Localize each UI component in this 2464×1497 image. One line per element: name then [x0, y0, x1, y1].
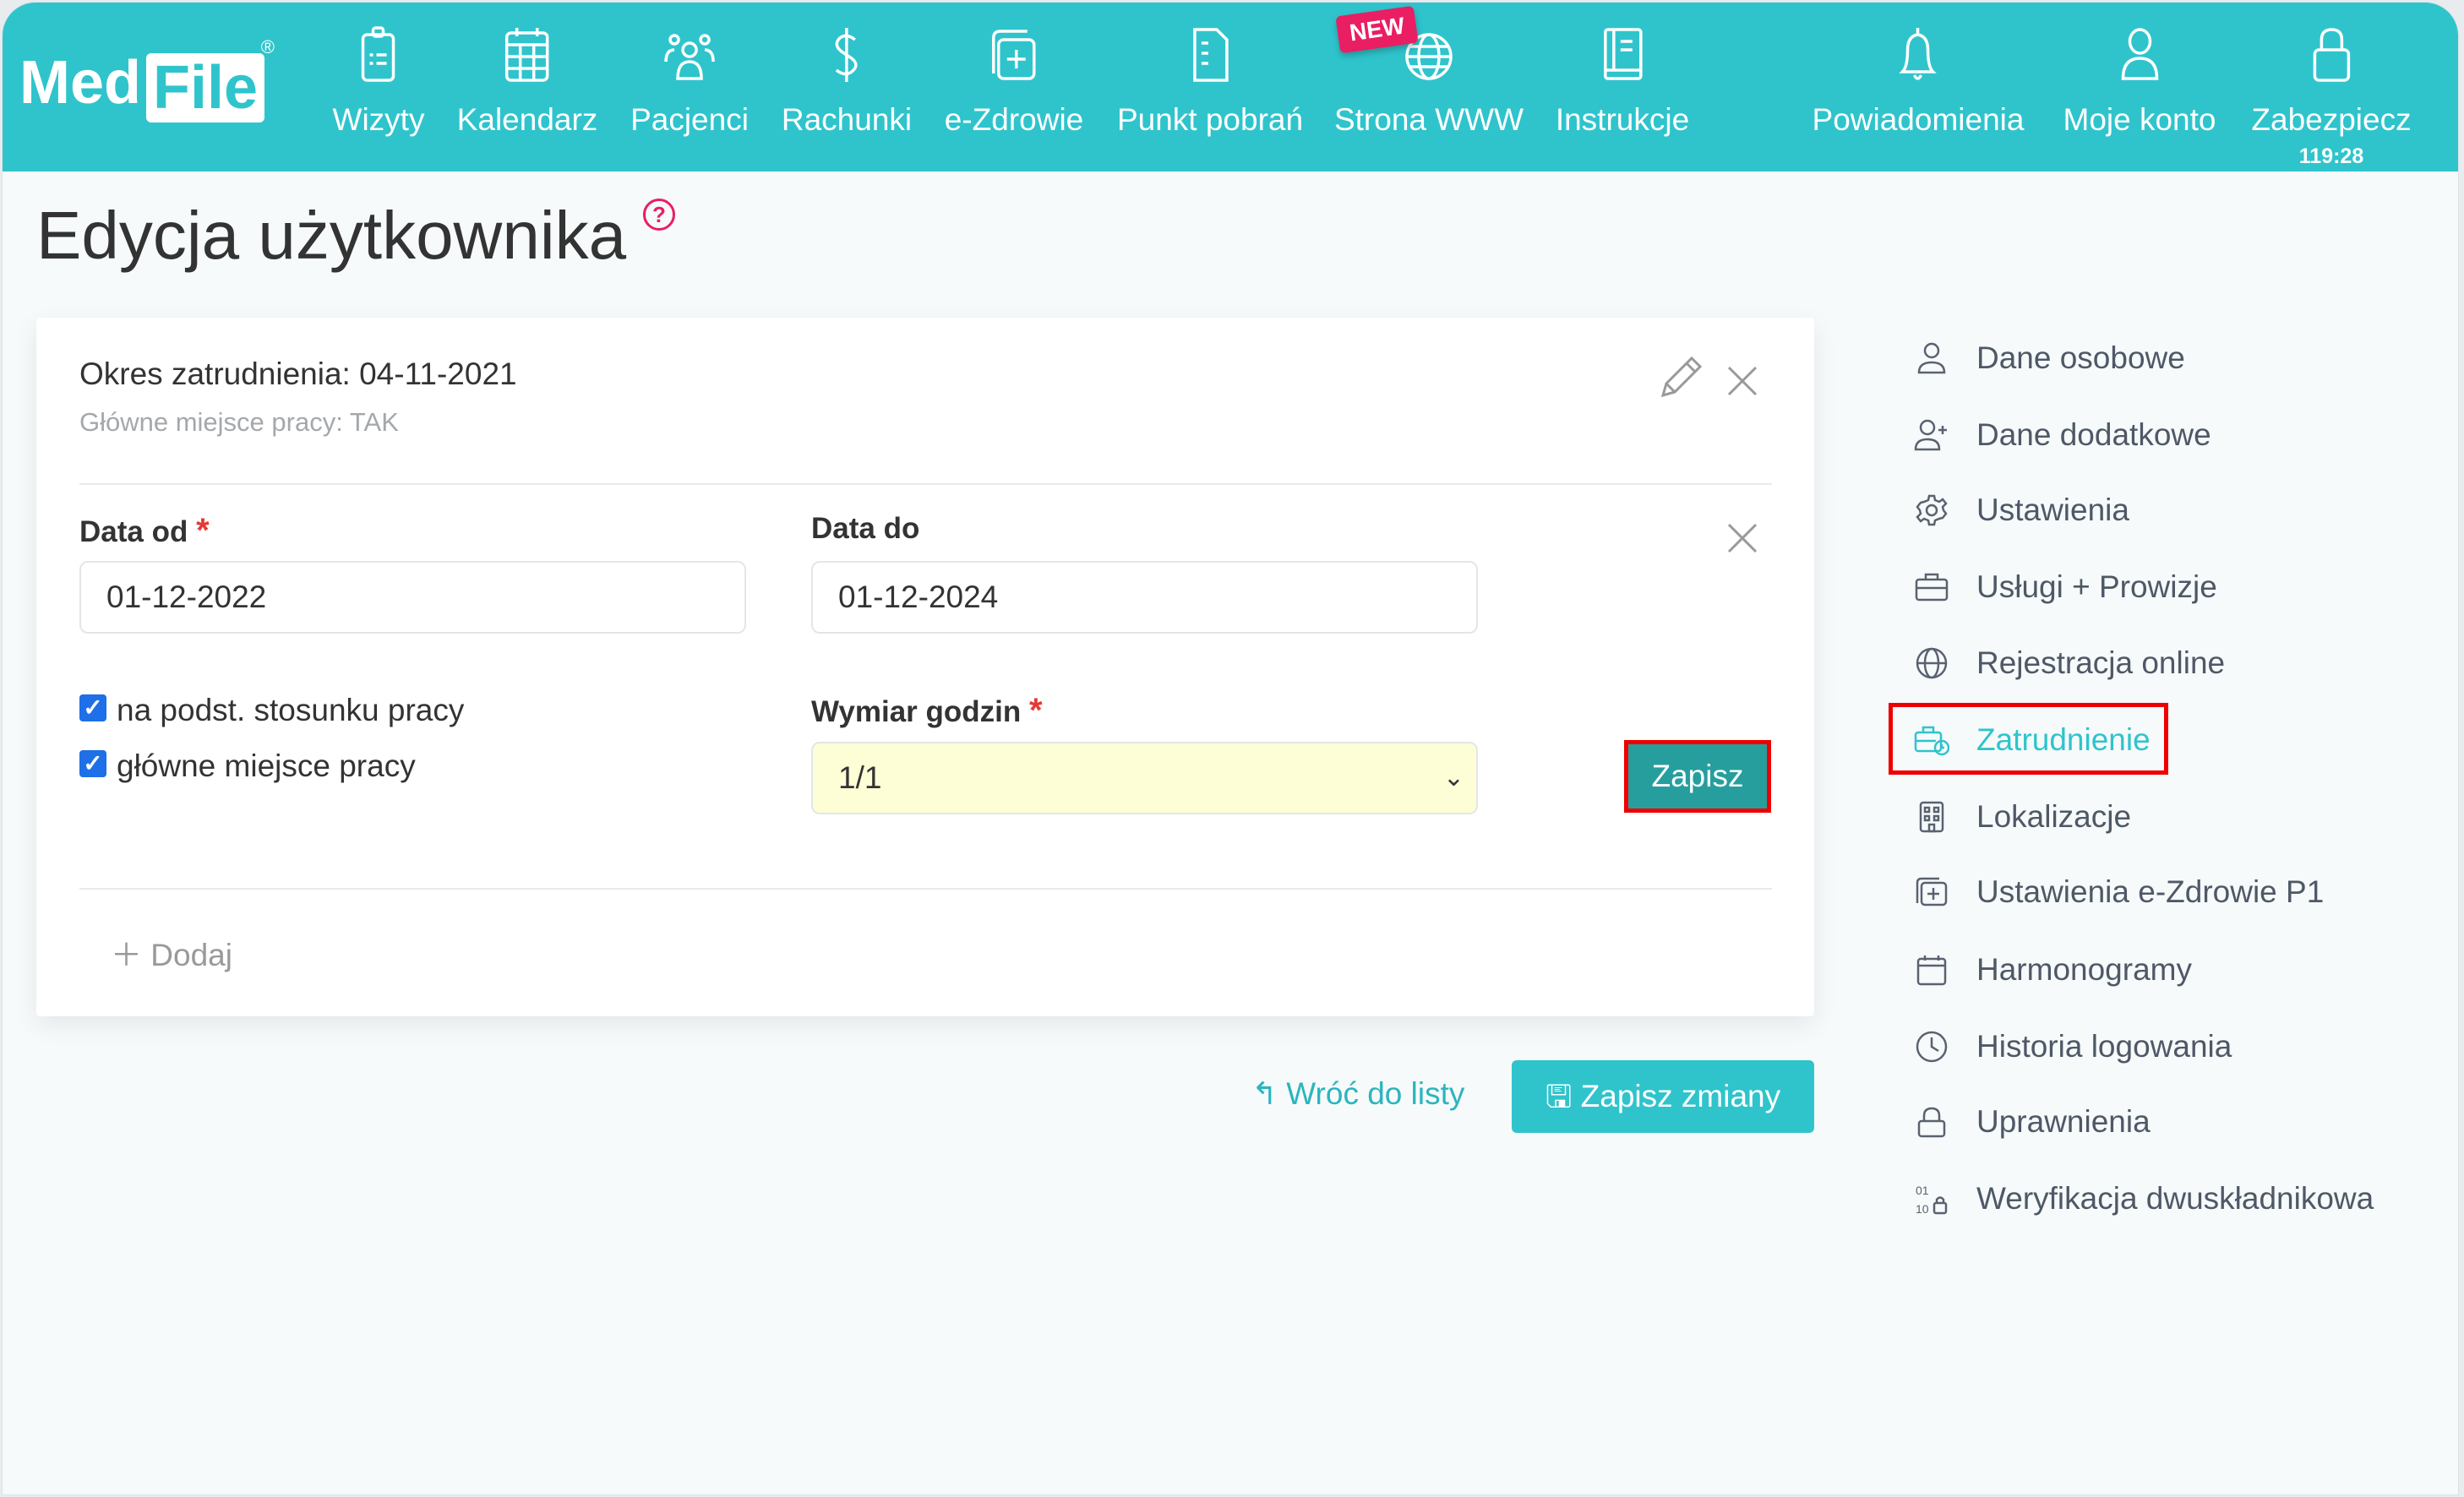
- calendar-icon: [505, 28, 549, 82]
- nav-kalendarz[interactable]: Kalendarz: [456, 24, 598, 138]
- sidebar-item-ustawienia-e-zdrowie[interactable]: Ustawienia e-Zdrowie P1: [1914, 867, 2324, 917]
- sidebar-item-lokalizacje[interactable]: Lokalizacje: [1914, 792, 2131, 842]
- nav-label: Strona WWW: [1333, 102, 1524, 137]
- nav-rachunki[interactable]: Rachunki: [782, 24, 912, 138]
- page-title: Edycja użytkownika: [36, 198, 627, 273]
- nav-label: Instrukcje: [1555, 102, 1690, 137]
- employment-contract-checkbox[interactable]: ✓: [79, 694, 106, 721]
- employment-card: Okres zatrudnienia: 04-11-2021 Główne mi…: [36, 318, 1814, 1016]
- users-icon: [664, 34, 715, 80]
- two-factor-icon: 0110: [1916, 1184, 1948, 1216]
- nav-label: Zabezpiecz: [2251, 102, 2412, 137]
- lock-icon: [2313, 28, 2350, 82]
- nav-label: Punkt pobrań: [1116, 102, 1304, 137]
- session-timer: 119:28: [2298, 144, 2364, 168]
- chevron-down-icon: ⌄: [1442, 764, 1464, 792]
- clear-date-icon[interactable]: [1726, 522, 1758, 558]
- nav-label: e-Zdrowie: [944, 102, 1084, 137]
- main-place-label: główne miejsce pracy: [117, 748, 416, 783]
- divider: [79, 888, 1772, 890]
- nav-label: Powiadomienia: [1812, 102, 2025, 137]
- nav-moje-konto[interactable]: Moje konto: [2063, 24, 2216, 138]
- nav-wizyty[interactable]: Wizyty: [332, 24, 425, 138]
- nav-label: Kalendarz: [456, 102, 598, 137]
- sidebar-item-ustawienia[interactable]: Ustawienia: [1914, 485, 2129, 536]
- document-icon: [1193, 28, 1229, 82]
- hours-value: 1/1: [838, 760, 882, 795]
- lock-icon: [1917, 1107, 1946, 1138]
- clipboard-icon: [362, 26, 395, 82]
- date-from-label: Data od *: [79, 512, 210, 549]
- add-button[interactable]: ＋ Dodaj: [111, 929, 232, 975]
- plus-icon: ＋: [111, 938, 142, 972]
- date-to-input[interactable]: 01-12-2024: [811, 561, 1478, 634]
- hours-label: Wymiar godzin *: [811, 692, 1043, 729]
- sidebar-item-uprawnienia[interactable]: Uprawnienia: [1914, 1097, 2151, 1147]
- date-to-label: Data do: [811, 512, 920, 545]
- edit-pencil-icon[interactable]: [1654, 353, 1705, 408]
- nav-punkt-pobran[interactable]: Punkt pobrań: [1117, 24, 1303, 138]
- nav-label: Moje konto: [2063, 102, 2216, 137]
- clock-icon: [1916, 1031, 1948, 1063]
- sidebar-item-dane-osobowe[interactable]: Dane osobowe: [1914, 333, 2185, 384]
- medfile-logo[interactable]: Med File ®: [19, 36, 281, 129]
- nav-label: Pacjenci: [630, 102, 749, 137]
- briefcase-icon: [1915, 573, 1949, 602]
- nav-instrukcje[interactable]: Instrukcje: [1556, 24, 1689, 138]
- save-changes-button[interactable]: 🖫 Zapisz zmiany: [1512, 1060, 1814, 1133]
- bell-icon: [1899, 28, 1938, 80]
- sidebar-item-harmonogramy[interactable]: Harmonogramy: [1914, 944, 2192, 995]
- sidebar-item-historia-logowania[interactable]: Historia logowania: [1914, 1021, 2232, 1072]
- sidebar-item-weryfikacja-dwuskladnikowa[interactable]: 01 10 Weryfikacja dwuskładnikowa: [1914, 1173, 2374, 1224]
- nav-zabezpiecz[interactable]: Zabezpiecz 119:28: [2251, 24, 2412, 169]
- gear-icon: [1916, 494, 1948, 526]
- save-button[interactable]: Zapisz: [1624, 740, 1771, 813]
- back-to-list-link[interactable]: ↰ Wróć do listy: [1251, 1075, 1464, 1112]
- close-icon[interactable]: [1726, 365, 1758, 401]
- medical-card-icon: [1916, 877, 1948, 906]
- top-navbar: Med File ® Wizyty Kalendarz Pacjenci Rachu…: [3, 3, 2458, 171]
- nav-pacjenci[interactable]: Pacjenci: [630, 24, 749, 138]
- divider: [79, 483, 1772, 485]
- user-plus-icon: [1914, 419, 1947, 451]
- back-arrow-icon: ↰: [1251, 1076, 1278, 1111]
- app-window: Med File ® Wizyty Kalendarz Pacjenci Rachu…: [2, 2, 2459, 1495]
- help-icon[interactable]: ?: [643, 199, 675, 231]
- user-icon: [1917, 342, 1946, 374]
- book-icon: [1604, 28, 1643, 80]
- sidebar-item-uslugi-prowizje[interactable]: Usługi + Prowizje: [1914, 562, 2217, 612]
- building-icon: [1919, 801, 1944, 833]
- hours-select[interactable]: 1/1 ⌄: [811, 742, 1478, 814]
- sidebar-item-dane-dodatkowe[interactable]: Dane dodatkowe: [1914, 410, 2211, 460]
- dollar-icon: [835, 28, 858, 82]
- floppy-icon: 🖫: [1545, 1079, 1573, 1113]
- calendar-icon: [1916, 955, 1947, 986]
- svg-text:10: 10: [1916, 1202, 1929, 1216]
- nav-e-zdrowie[interactable]: e-Zdrowie: [944, 24, 1084, 138]
- sidebar-item-rejestracja-online[interactable]: Rejestracja online: [1914, 638, 2225, 689]
- nav-powiadomienia[interactable]: Powiadomienia: [1812, 24, 2025, 138]
- nav-label: Wizyty: [332, 102, 425, 137]
- main-place-checkbox[interactable]: ✓: [79, 750, 106, 777]
- user-icon: [2121, 28, 2158, 80]
- date-from-input[interactable]: 01-12-2022: [79, 561, 746, 634]
- employment-contract-label: na podst. stosunku pracy: [117, 693, 465, 727]
- svg-text:01: 01: [1916, 1184, 1929, 1197]
- highlight-box: [1889, 703, 2168, 775]
- employment-period: Okres zatrudnienia: 04-11-2021: [79, 357, 517, 391]
- globe-icon: [1916, 647, 1948, 679]
- main-place-info: Główne miejsce pracy: TAK: [79, 407, 399, 437]
- medical-card-icon: [992, 30, 1036, 80]
- nav-label: Rachunki: [781, 102, 913, 137]
